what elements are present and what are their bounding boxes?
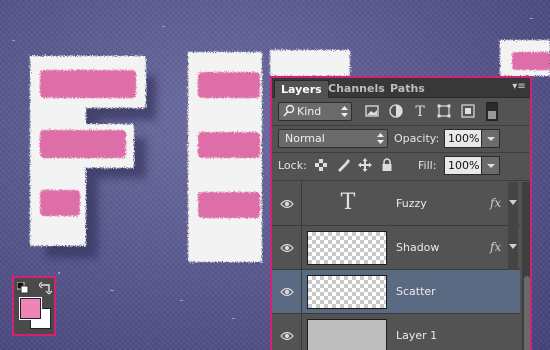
layer-list-scrollbar[interactable] — [522, 182, 530, 350]
lock-image-pixels-icon[interactable] — [336, 158, 350, 172]
tab-layers[interactable]: Layers — [274, 80, 329, 98]
blend-opacity-row: Normal Opacity: 100% — [272, 126, 530, 152]
tab-channels[interactable]: Channels — [322, 80, 391, 98]
opacity-dropdown-button[interactable] — [482, 129, 500, 148]
swap-colors-icon[interactable] — [39, 281, 53, 295]
filter-kind-label: Kind — [297, 105, 322, 118]
layer-thumbnail — [307, 275, 387, 309]
shape-filter-icon[interactable] — [436, 103, 452, 119]
layer-effects-icon[interactable]: fx — [490, 195, 506, 211]
expand-effects-toggle[interactable] — [508, 226, 518, 270]
panel-tab-bar: Layers Channels Paths ▾≡ — [272, 78, 530, 98]
eye-icon — [280, 199, 294, 209]
color-swatches — [12, 276, 56, 336]
layer-thumbnail — [307, 319, 387, 350]
letter-u-stripe — [198, 192, 260, 218]
lock-all-icon[interactable] — [380, 158, 394, 172]
visibility-toggle[interactable] — [272, 270, 302, 314]
opacity-field[interactable]: 100% — [444, 129, 482, 148]
expand-effects-toggle[interactable] — [508, 182, 518, 226]
layer-name: Layer 1 — [396, 329, 438, 342]
select-arrows-icon — [341, 106, 348, 117]
select-arrows-icon — [377, 133, 384, 144]
layer-row-scatter[interactable]: Scatter — [272, 270, 520, 314]
eye-icon — [280, 331, 294, 341]
filter-toggle-switch[interactable] — [486, 102, 498, 121]
letter-u-stripe — [198, 132, 260, 158]
layer-name: Scatter — [396, 285, 436, 298]
lock-label: Lock: — [278, 159, 307, 172]
layer-filter-row: Kind T — [272, 99, 530, 125]
layer-row-fuzzy[interactable]: T Fuzzy fx — [272, 182, 520, 226]
visibility-toggle[interactable] — [272, 182, 302, 226]
letter-z — [270, 50, 350, 76]
letter-f-stripe — [40, 190, 80, 216]
tab-paths[interactable]: Paths — [384, 80, 431, 98]
smart-object-filter-icon[interactable] — [460, 103, 476, 119]
lock-transparent-pixels-icon[interactable] — [314, 158, 328, 172]
layer-thumbnail: T — [307, 187, 387, 221]
blend-mode-select[interactable]: Normal — [278, 129, 388, 148]
layer-effects-icon[interactable]: fx — [490, 239, 506, 255]
fill-label: Fill: — [418, 159, 437, 172]
layers-panel: Layers Channels Paths ▾≡ Kind T Normal O… — [270, 76, 532, 350]
type-filter-icon[interactable]: T — [412, 103, 428, 119]
search-icon — [283, 104, 295, 117]
layer-list: T Fuzzy fx Shadow fx Scatter Layer 1 — [272, 182, 520, 350]
visibility-toggle[interactable] — [272, 314, 302, 350]
eye-icon — [280, 243, 294, 253]
layer-name: Shadow — [396, 241, 440, 254]
scrollbar-thumb[interactable] — [524, 276, 530, 350]
letter-f-stripe — [40, 130, 126, 158]
layer-thumbnail — [307, 231, 387, 265]
layer-row-layer-1[interactable]: Layer 1 — [272, 314, 520, 350]
layer-row-shadow[interactable]: Shadow fx — [272, 226, 520, 270]
letter-u-stripe — [198, 72, 260, 98]
foreground-color-swatch[interactable] — [19, 297, 42, 320]
type-layer-icon: T — [340, 190, 356, 215]
fill-field[interactable]: 100% — [444, 156, 482, 175]
letter-f-stripe — [40, 70, 136, 98]
fill-dropdown-button[interactable] — [482, 156, 500, 175]
layer-name: Fuzzy — [396, 197, 427, 210]
adjustment-filter-icon[interactable] — [388, 103, 404, 119]
lock-position-icon[interactable] — [358, 158, 372, 172]
visibility-toggle[interactable] — [272, 226, 302, 270]
divider — [272, 180, 530, 181]
pixel-filter-icon[interactable] — [364, 103, 380, 119]
blend-mode-value: Normal — [285, 132, 325, 145]
opacity-label: Opacity: — [394, 132, 440, 145]
filter-kind-select[interactable]: Kind — [278, 102, 352, 121]
eye-icon — [280, 287, 294, 297]
default-colors-icon[interactable] — [17, 282, 29, 294]
svg-text:T: T — [415, 104, 425, 119]
lock-fill-row: Lock: Fill: 100% — [272, 153, 530, 179]
panel-menu-icon[interactable]: ▾≡ — [512, 81, 526, 93]
